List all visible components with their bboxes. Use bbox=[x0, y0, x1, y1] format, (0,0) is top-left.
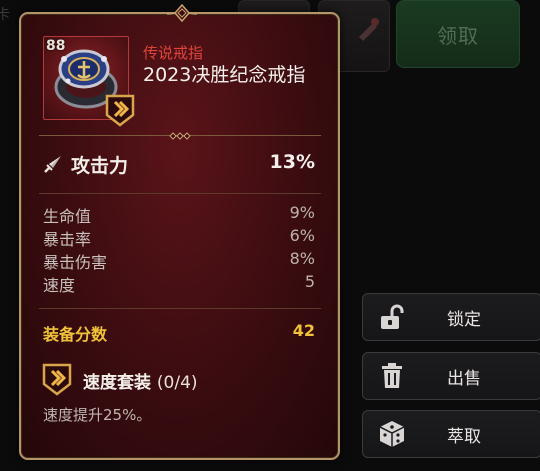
sell-button[interactable]: 出售 bbox=[362, 352, 540, 400]
sub-stat-name: 速度 bbox=[43, 276, 76, 295]
sell-button-label: 出售 bbox=[447, 368, 481, 389]
sub-stat-row: 暴击率 6% bbox=[43, 226, 315, 249]
sub-stat-row: 暴击伤害 8% bbox=[43, 249, 315, 272]
sub-stat-name: 生命值 bbox=[43, 207, 92, 226]
set-title: 速度套装 (0/4) bbox=[83, 368, 198, 393]
sword-icon bbox=[44, 156, 61, 173]
card-top-ornament bbox=[167, 4, 197, 22]
potion-icon bbox=[359, 18, 379, 41]
item-rarity: 传说戒指 bbox=[143, 44, 204, 62]
item-tooltip-card: 88 传说戒指 2023决胜纪念戒指 攻击力 13% 生命值 9% 暴击率 6% bbox=[19, 4, 340, 460]
extract-button-label: 萃取 bbox=[447, 426, 481, 447]
equipment-score: 装备分数 42 bbox=[43, 321, 315, 345]
claim-button[interactable]: 领取 bbox=[396, 0, 520, 68]
main-stat-value: 13% bbox=[269, 151, 315, 173]
sub-stat-value: 8% bbox=[289, 249, 315, 268]
background-left-text: 卡 bbox=[0, 7, 10, 23]
lock-button[interactable]: 锁定 bbox=[362, 293, 540, 341]
sub-stat-name: 暴击伤害 bbox=[43, 253, 108, 272]
item-level: 88 bbox=[46, 38, 66, 54]
set-count: (0/4) bbox=[156, 373, 198, 393]
sub-stat-value: 6% bbox=[289, 226, 315, 245]
sub-stat-row: 速度 5 bbox=[43, 272, 315, 295]
main-stat-name: 攻击力 bbox=[71, 155, 129, 177]
dice-icon bbox=[377, 419, 407, 449]
lock-button-label: 锁定 bbox=[447, 309, 481, 330]
sub-stat-row: 生命值 9% bbox=[43, 203, 315, 226]
item-name: 2023决胜纪念戒指 bbox=[143, 64, 306, 86]
divider bbox=[39, 131, 321, 141]
speed-set-icon bbox=[105, 94, 135, 127]
sub-stat-value: 9% bbox=[289, 203, 315, 222]
equipment-score-label: 装备分数 bbox=[43, 325, 108, 344]
speed-set-icon bbox=[42, 363, 72, 396]
trash-icon bbox=[377, 361, 407, 391]
sub-stat-name: 暴击率 bbox=[43, 230, 92, 249]
sub-stat-value: 5 bbox=[304, 272, 315, 291]
unlock-icon bbox=[377, 302, 407, 332]
item-image-frame: 88 bbox=[43, 36, 135, 127]
divider bbox=[39, 304, 321, 314]
main-stat: 攻击力 13% bbox=[43, 150, 315, 178]
set-name: 速度套装 bbox=[83, 373, 151, 393]
equipment-score-value: 42 bbox=[292, 321, 315, 340]
set-bonus: 速度套装 (0/4) bbox=[41, 362, 321, 396]
divider bbox=[39, 189, 321, 199]
set-description: 速度提升25%。 bbox=[43, 406, 152, 424]
extract-button[interactable]: 萃取 bbox=[362, 410, 540, 458]
